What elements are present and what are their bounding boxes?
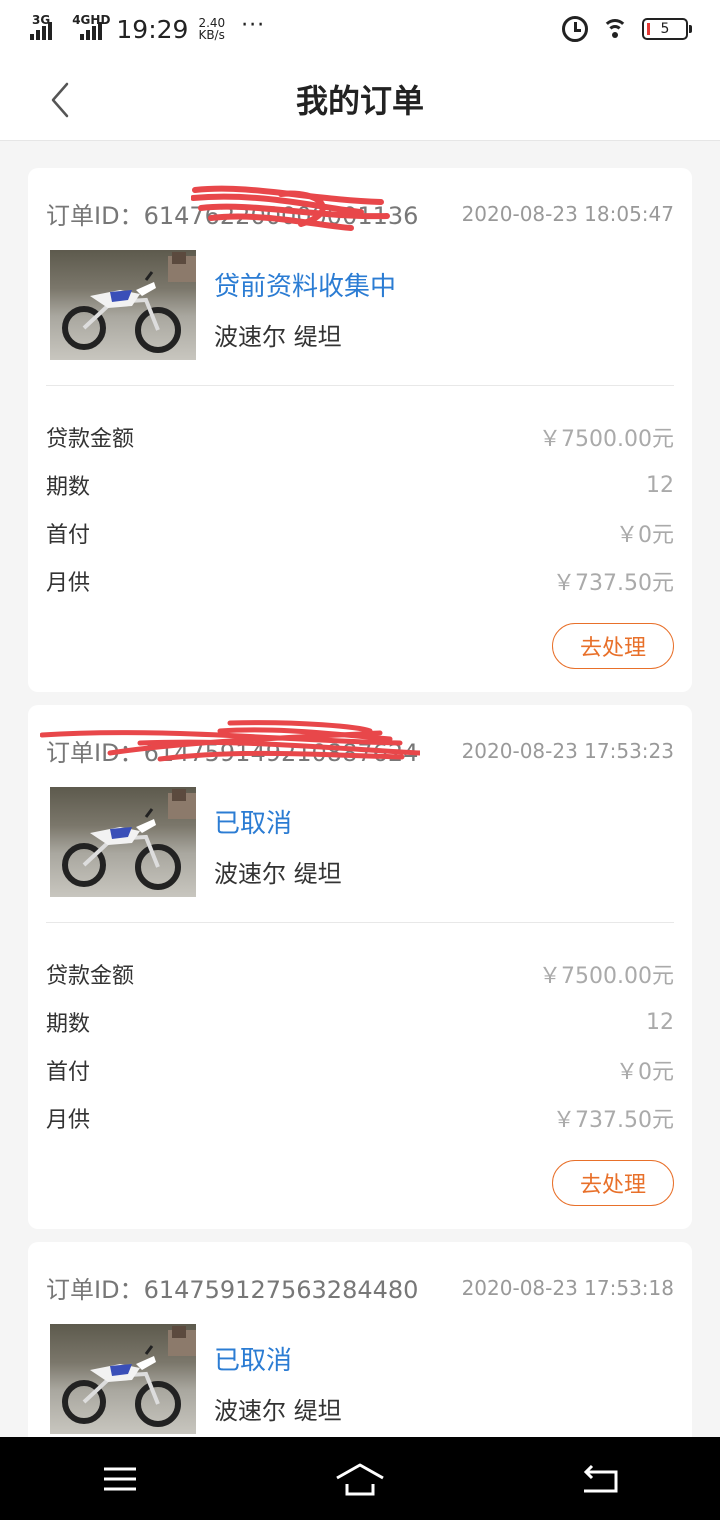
motorcycle-icon (62, 789, 196, 890)
battery-level: 5 (660, 21, 670, 37)
down-payment-row: 首付 ￥0元 (46, 509, 674, 557)
loan-amount-row: 贷款金额 ￥7500.00元 (46, 950, 674, 998)
row-key: 月供 (46, 1108, 91, 1133)
speed-unit: KB/s (198, 28, 225, 42)
order-id-label: 订单ID： (46, 1276, 144, 1304)
divider (46, 385, 674, 386)
order-time: 2020-08-23 17:53:18 (461, 1275, 674, 1300)
menu-button[interactable] (90, 1459, 150, 1499)
chevron-left-icon (51, 82, 69, 118)
back-nav-button[interactable] (570, 1459, 630, 1499)
order-card[interactable]: 订单ID：614759149210887624 2020-08-23 17:53… (28, 705, 692, 1229)
alarm-icon (562, 16, 588, 42)
down-payment-row: 首付 ￥0元 (46, 1046, 674, 1094)
order-time: 2020-08-23 18:05:47 (461, 201, 674, 226)
order-id: 订单ID：614759127563284480 (46, 1270, 418, 1305)
row-key: 首付 (46, 1060, 91, 1085)
home-button[interactable] (330, 1459, 390, 1499)
network-type-label: 4GHD (72, 13, 111, 27)
product-name: 波速尔 缇坦 (214, 1397, 342, 1425)
product-info[interactable]: 已取消 波速尔 缇坦 (50, 787, 342, 897)
order-id: 订单ID：614762200000001136 (46, 185, 419, 231)
process-button[interactable]: 去处理 (552, 1160, 674, 1206)
signal-3g-icon: 3G (30, 14, 53, 40)
order-status: 贷前资料收集中 (214, 272, 397, 302)
order-id: 订单ID：614759149210887624 (40, 720, 420, 768)
wifi-icon (602, 19, 628, 39)
order-id-value: 614762200000001136 (143, 202, 419, 230)
product-name: 波速尔 缇坦 (214, 323, 342, 351)
row-value: ￥7500.00元 (539, 427, 674, 452)
order-id-label: 订单ID： (46, 202, 144, 230)
network-speed: 2.40 KB/s (198, 17, 225, 41)
motorcycle-icon (62, 1326, 196, 1427)
status-bar: 3G 4GHD 19:29 2.40 KB/s ··· 5 (0, 0, 720, 58)
divider (46, 922, 674, 923)
return-icon (583, 1464, 618, 1492)
order-status: 已取消 (214, 809, 293, 839)
order-details: 贷款金额 ￥7500.00元 期数 12 首付 ￥0元 月供 ￥737.50元 (46, 950, 674, 1142)
row-key: 贷款金额 (46, 427, 135, 452)
row-key: 首付 (46, 523, 91, 548)
page-title: 我的订单 (295, 82, 424, 120)
term-row: 期数 12 (46, 998, 674, 1046)
home-icon (336, 1463, 384, 1495)
product-info[interactable]: 已取消 波速尔 缇坦 (50, 1324, 342, 1434)
process-button[interactable]: 去处理 (552, 623, 674, 669)
motorcycle-icon (62, 252, 196, 353)
order-id-value: 614759149210887624 (143, 739, 419, 767)
more-notifications-icon: ··· (241, 12, 266, 38)
row-value: ￥737.50元 (553, 1108, 674, 1133)
product-image (50, 787, 196, 897)
order-status: 已取消 (214, 1346, 293, 1376)
product-image (50, 250, 196, 360)
clock: 19:29 (116, 14, 189, 44)
product-image (50, 1324, 196, 1434)
loan-amount-row: 贷款金额 ￥7500.00元 (46, 413, 674, 461)
product-name: 波速尔 缇坦 (214, 860, 342, 888)
order-id-label: 订单ID： (46, 739, 144, 767)
monthly-payment-row: 月供 ￥737.50元 (46, 1094, 674, 1142)
term-row: 期数 12 (46, 461, 674, 509)
row-key: 期数 (46, 1012, 91, 1037)
row-value: ￥0元 (616, 1060, 674, 1085)
back-button[interactable] (40, 80, 80, 120)
product-info[interactable]: 贷前资料收集中 波速尔 缇坦 (50, 250, 396, 360)
order-details: 贷款金额 ￥7500.00元 期数 12 首付 ￥0元 月供 ￥737.50元 (46, 413, 674, 605)
menu-icon (104, 1467, 136, 1490)
row-value: ￥7500.00元 (539, 964, 674, 989)
row-value: ￥0元 (616, 523, 674, 548)
network-type-label: 3G (32, 13, 51, 27)
row-key: 期数 (46, 475, 91, 500)
signal-4g-icon: 4GHD (72, 14, 110, 40)
battery-icon: 5 (642, 18, 692, 40)
row-value: 12 (646, 472, 674, 498)
order-id-value: 614759127563284480 (143, 1276, 419, 1304)
order-time: 2020-08-23 17:53:23 (461, 738, 674, 763)
row-key: 贷款金额 (46, 964, 135, 989)
order-card[interactable]: 订单ID：614759127563284480 2020-08-23 17:53… (28, 1242, 692, 1437)
order-list[interactable]: 订单ID：614762200000001136 2020-08-23 18:05… (0, 141, 720, 1437)
row-key: 月供 (46, 571, 91, 596)
nav-bar: 我的订单 (0, 58, 720, 141)
monthly-payment-row: 月供 ￥737.50元 (46, 557, 674, 605)
row-value: 12 (646, 1009, 674, 1035)
system-nav-bar (0, 1437, 720, 1520)
row-value: ￥737.50元 (553, 571, 674, 596)
order-card[interactable]: 订单ID：614762200000001136 2020-08-23 18:05… (28, 168, 692, 692)
